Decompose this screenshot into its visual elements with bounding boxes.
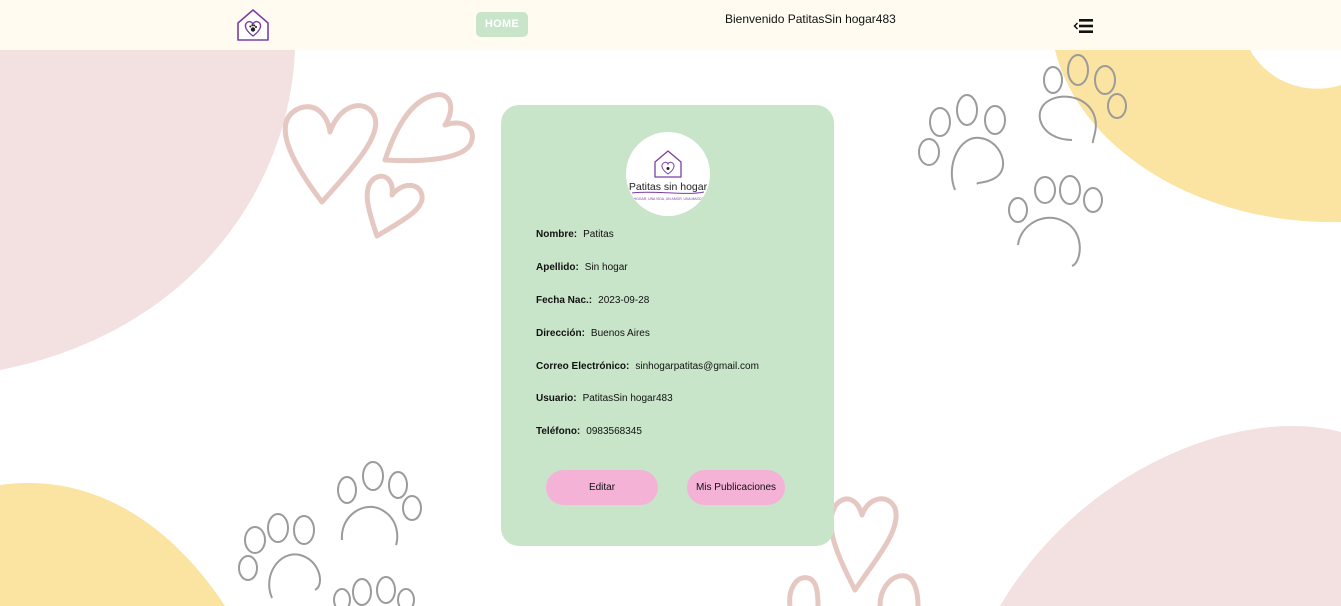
field-value: 2023-09-28 [598,295,650,306]
field-value: 0983568345 [586,426,642,437]
pink-blob-top-left [0,50,295,370]
field-direccion: Dirección: Buenos Aires [536,328,650,339]
home-button[interactable]: HOME [476,12,528,37]
field-fecha-nac: Fecha Nac.: 2023-09-28 [536,295,649,306]
field-label: Fecha Nac.: [536,295,593,306]
field-label: Nombre: [536,229,578,240]
field-label: Dirección: [536,328,585,339]
hearts-top-left [282,92,475,239]
field-value: Patitas [583,229,614,240]
field-telefono: Teléfono: 0983568345 [536,426,642,437]
profile-card: Patitas sin hogar UN HOGAR, UNA VIDA, UN… [501,105,834,546]
field-label: Teléfono: [536,426,581,437]
field-label: Apellido: [536,262,579,273]
edit-button[interactable]: Editar [546,470,658,505]
house-heart-paw-icon[interactable] [235,7,271,43]
brand-name-text: Patitas sin hogar [629,181,708,193]
field-value: Buenos Aires [590,328,650,339]
menu-collapse-icon[interactable] [1073,16,1095,36]
brand-tagline-text: UN HOGAR, UNA VIDA, UN AMOR, UNA MASCOTA [628,197,709,201]
field-correo: Correo Electrónico: sinhogarpatitas@gmail… [536,361,759,372]
welcome-message: Bienvenido PatitasSin hogar483 [725,12,896,26]
field-label: Correo Electrónico: [536,361,630,372]
field-usuario: Usuario: PatitasSin hogar483 [536,393,673,404]
field-value: sinhogarpatitas@gmail.com [635,361,759,372]
field-value: PatitasSin hogar483 [582,393,673,404]
field-value: Sin hogar [584,262,628,273]
field-apellido: Apellido: Sin hogar [536,262,628,273]
pink-blob-bottom-right [1000,425,1341,606]
field-nombre: Nombre: Patitas [536,229,614,240]
my-posts-button[interactable]: Mis Publicaciones [687,470,785,505]
yellow-blob-bottom-left [0,483,225,606]
avatar: Patitas sin hogar UN HOGAR, UNA VIDA, UN… [626,132,710,216]
brand-logo-icon: Patitas sin hogar UN HOGAR, UNA VIDA, UN… [628,150,709,201]
top-navbar: HOME Bienvenido PatitasSin hogar483 [0,0,1341,50]
field-label: Usuario: [536,393,577,404]
